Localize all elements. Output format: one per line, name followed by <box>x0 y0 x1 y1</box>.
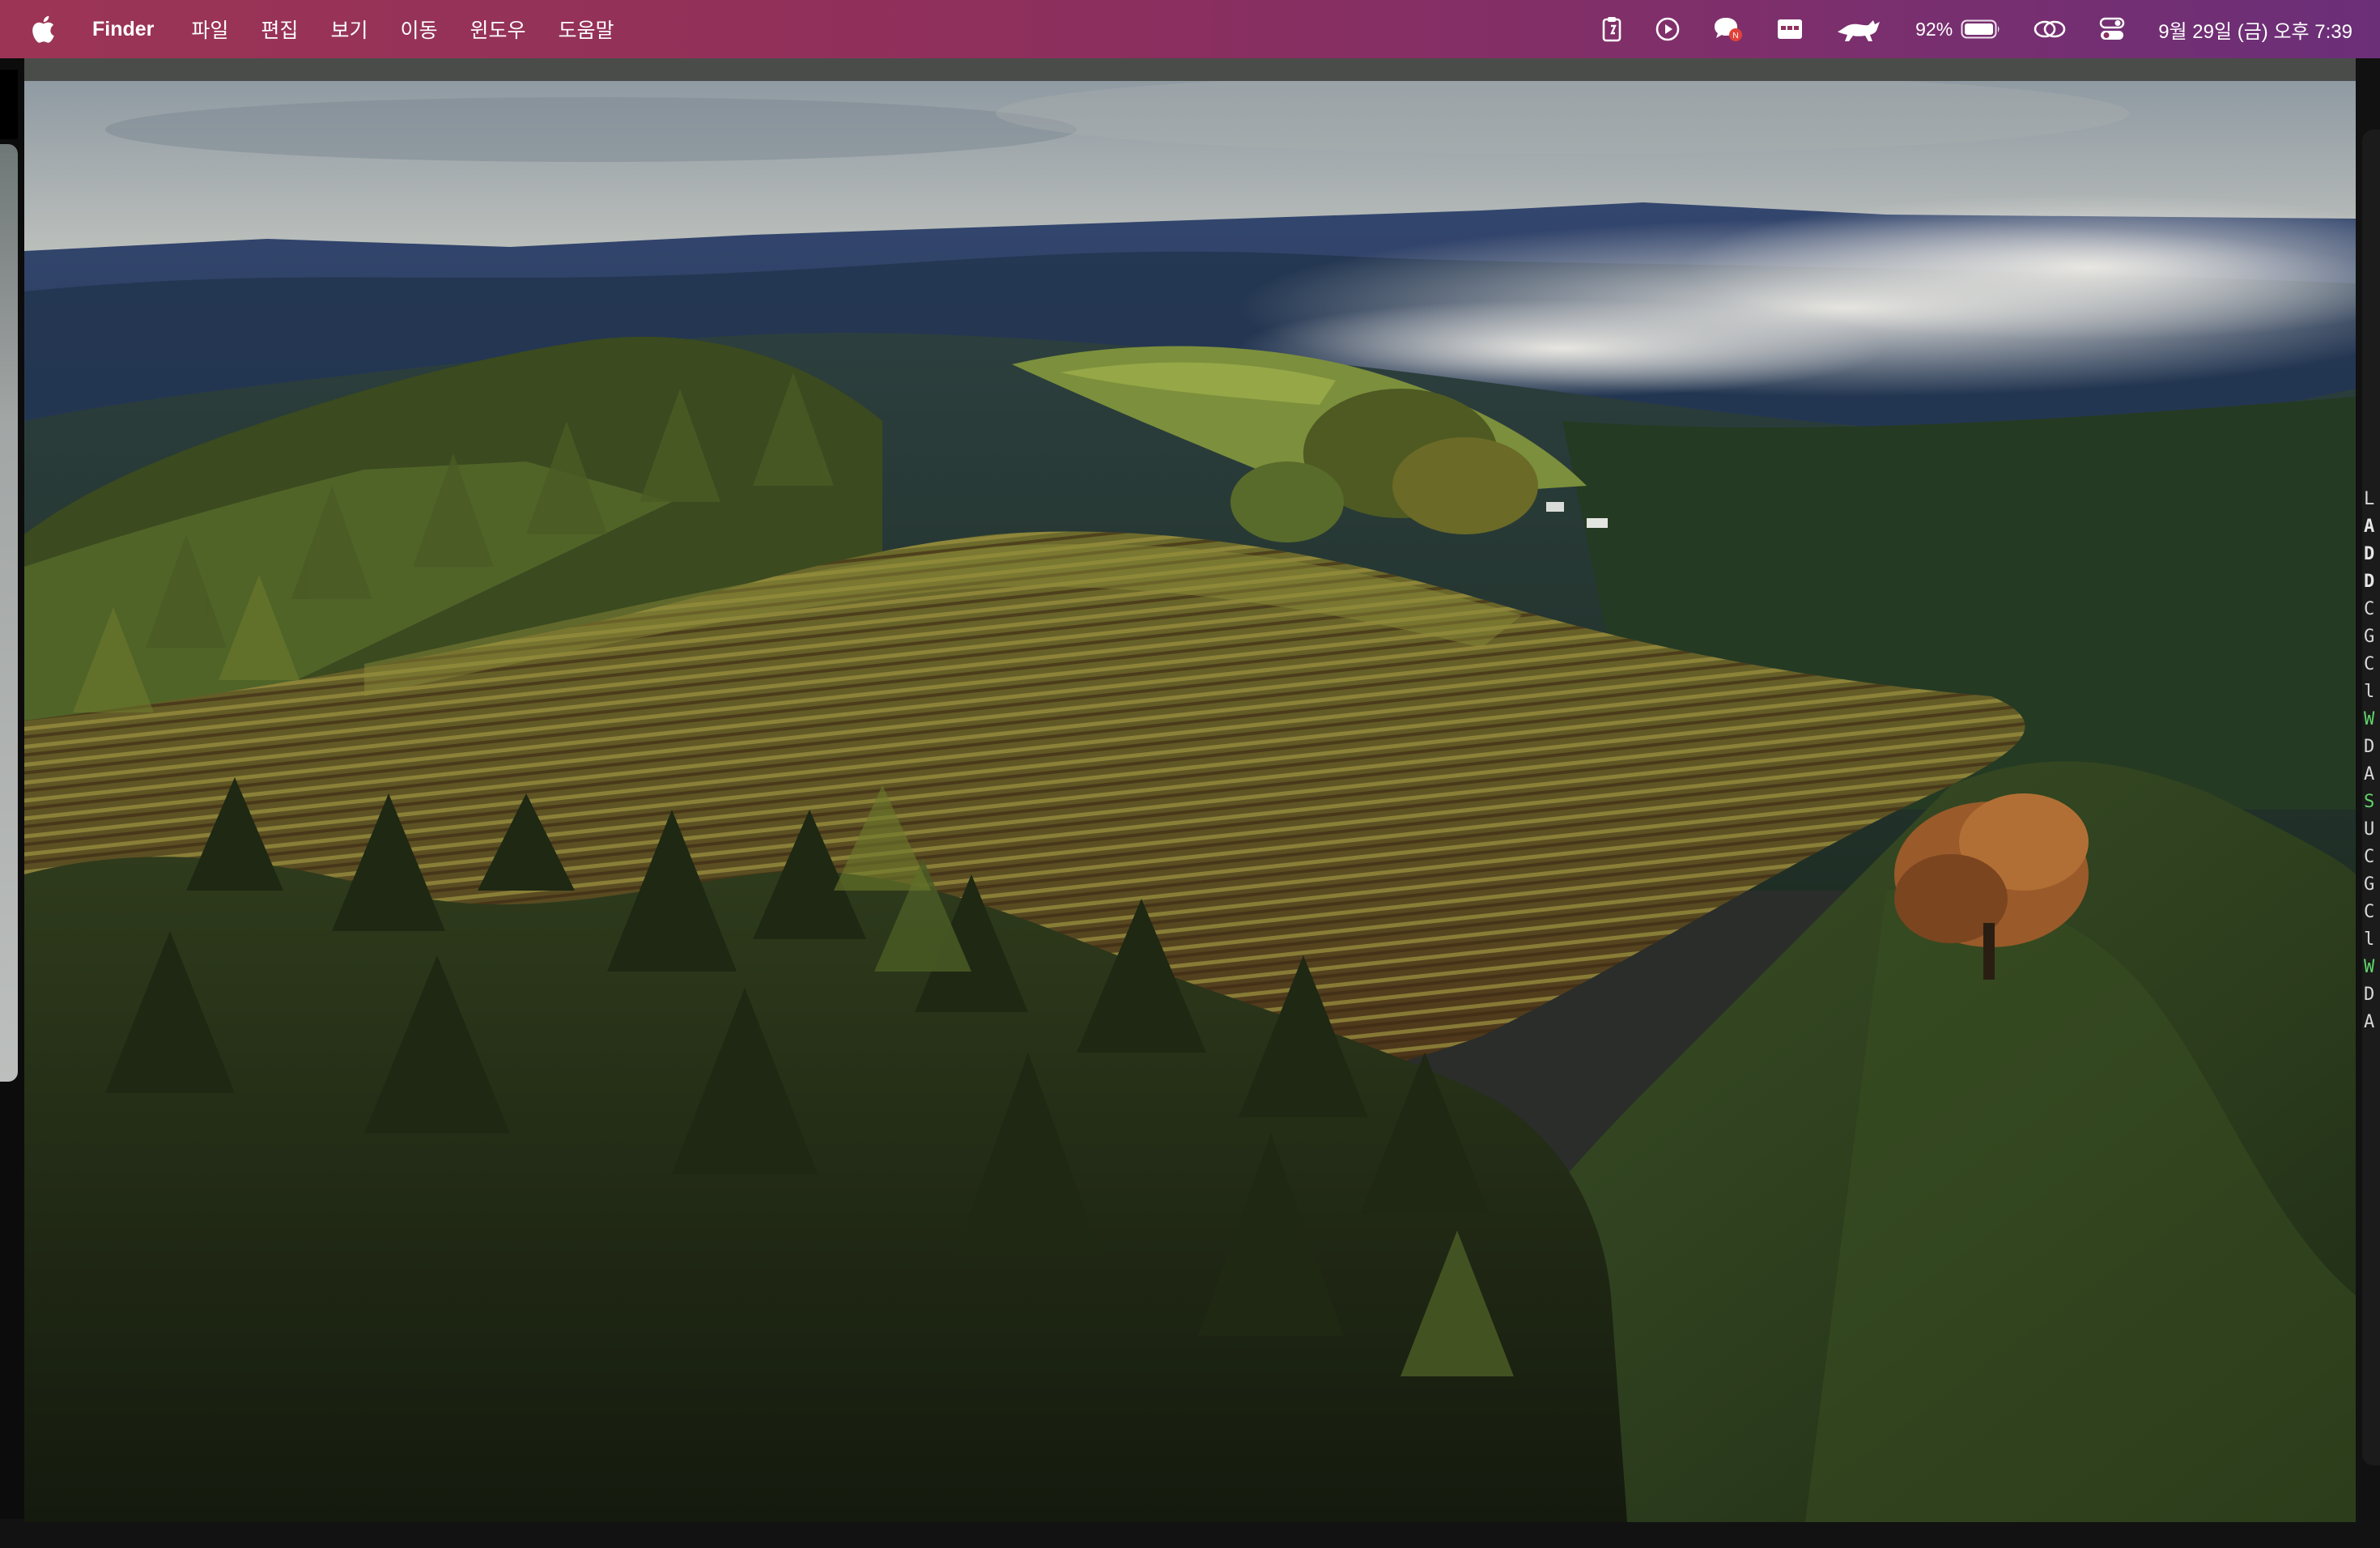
terminal-glyph: A <box>2364 764 2375 785</box>
desktop-top-edge <box>0 58 2380 81</box>
terminal-glyph: W <box>2364 709 2375 729</box>
app-menu-finder[interactable]: Finder <box>92 18 154 41</box>
terminal-glyph: C <box>2364 599 2375 619</box>
right-terminal-strip: LADDCGClWDASUCGClWDA <box>2364 486 2380 1441</box>
wallpaper-image <box>24 81 2356 1522</box>
menu-bar: Finder 파일 편집 보기 이동 윈도우 도움말 N 92% 9월 29일 … <box>0 0 2380 58</box>
menu-bar-status: N 92% 9월 29일 (금) 오후 7:39 <box>1569 0 2380 58</box>
left-window-edge-dark <box>0 70 18 139</box>
menu-help[interactable]: 도움말 <box>558 15 614 44</box>
vineyard-landscape <box>24 81 2356 1522</box>
terminal-glyph: U <box>2364 819 2375 840</box>
window-switcher-icon[interactable] <box>1776 18 1804 40</box>
menu-go[interactable]: 이동 <box>400 15 437 44</box>
apple-logo-icon[interactable] <box>31 15 57 44</box>
terminal-glyph: C <box>2364 902 2375 922</box>
terminal-glyph: D <box>2364 544 2375 564</box>
terminal-glyph: A <box>2364 517 2375 537</box>
play-circle-icon[interactable] <box>1655 16 1681 42</box>
chat-notification-icon[interactable]: N <box>1711 15 1745 43</box>
terminal-glyph: G <box>2364 874 2375 895</box>
left-window-edge[interactable] <box>0 144 18 1082</box>
link-icon[interactable] <box>2032 17 2068 41</box>
terminal-glyph: D <box>2364 572 2375 592</box>
menu-edit[interactable]: 편집 <box>261 15 298 44</box>
terminal-glyph: G <box>2364 627 2375 647</box>
terminal-glyph: C <box>2364 654 2375 674</box>
menu-bar-left: Finder 파일 편집 보기 이동 윈도우 도움말 <box>0 0 647 58</box>
clipboard-icon[interactable] <box>1600 15 1624 43</box>
terminal-glyph: l <box>2364 682 2375 702</box>
terminal-glyph: l <box>2364 929 2375 950</box>
menu-file[interactable]: 파일 <box>191 15 228 44</box>
terminal-glyph: L <box>2364 489 2375 509</box>
battery-percent: 92% <box>1915 18 1953 40</box>
terminal-glyph: D <box>2364 737 2375 757</box>
runcat-icon[interactable] <box>1834 15 1885 43</box>
svg-text:N: N <box>1733 32 1739 40</box>
terminal-glyph: D <box>2364 985 2375 1005</box>
battery-icon <box>1961 19 2001 40</box>
terminal-glyph: W <box>2364 957 2375 977</box>
control-center-icon[interactable] <box>2098 16 2126 42</box>
desktop: Finder 파일 편집 보기 이동 윈도우 도움말 N 92% 9월 29일 … <box>0 0 2380 1548</box>
terminal-glyph: A <box>2364 1012 2375 1032</box>
terminal-glyph: S <box>2364 792 2375 812</box>
menu-bar-clock[interactable]: 9월 29일 (금) 오후 7:39 <box>2158 15 2352 44</box>
menu-window[interactable]: 윈도우 <box>470 15 525 44</box>
desktop-bottom-edge <box>0 1519 2380 1548</box>
terminal-glyph: C <box>2364 847 2375 867</box>
battery-status[interactable]: 92% <box>1915 19 2001 40</box>
menu-view[interactable]: 보기 <box>330 15 368 44</box>
